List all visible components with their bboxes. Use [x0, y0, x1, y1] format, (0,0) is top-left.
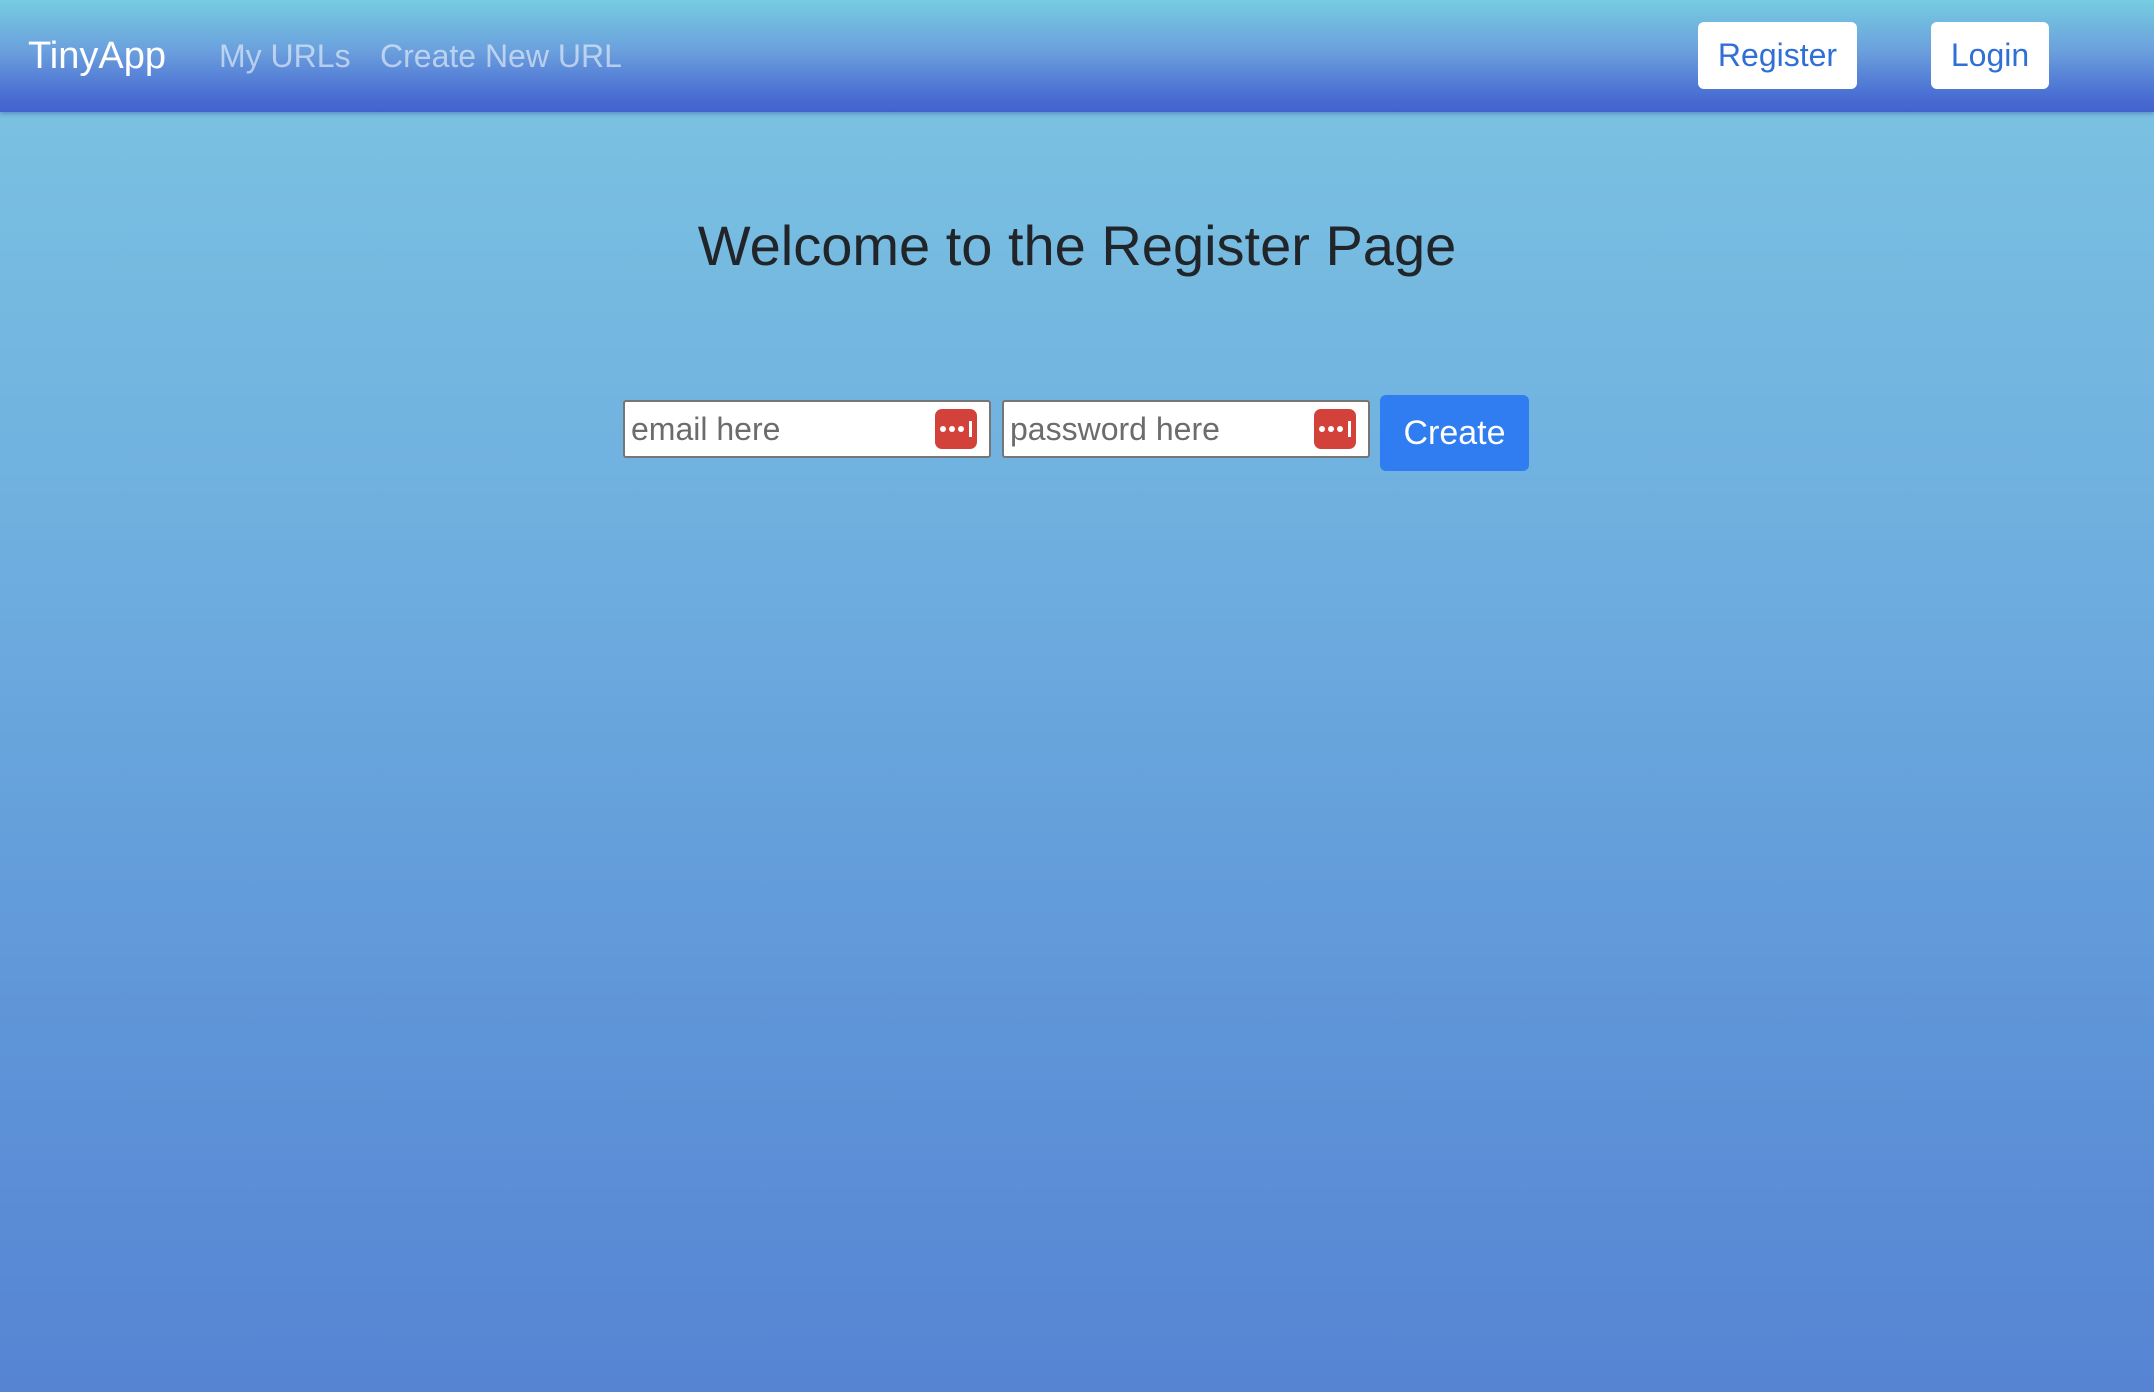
brand-link[interactable]: TinyApp: [28, 30, 166, 82]
register-button[interactable]: Register: [1698, 22, 1857, 89]
password-manager-icon[interactable]: [1314, 409, 1356, 449]
nav-link-my-urls[interactable]: My URLs: [219, 30, 351, 82]
email-field-wrapper: [623, 400, 991, 458]
password-field[interactable]: [1010, 402, 1300, 456]
password-manager-icon[interactable]: [935, 409, 977, 449]
nav-link-create-new-url[interactable]: Create New URL: [380, 30, 622, 82]
create-button[interactable]: Create: [1380, 395, 1529, 471]
email-field[interactable]: [631, 402, 921, 456]
navbar: TinyApp My URLs Create New URL Register …: [0, 0, 2154, 112]
password-field-wrapper: [1002, 400, 1370, 458]
page-title: Welcome to the Register Page: [697, 214, 1457, 277]
login-button[interactable]: Login: [1931, 22, 2049, 89]
